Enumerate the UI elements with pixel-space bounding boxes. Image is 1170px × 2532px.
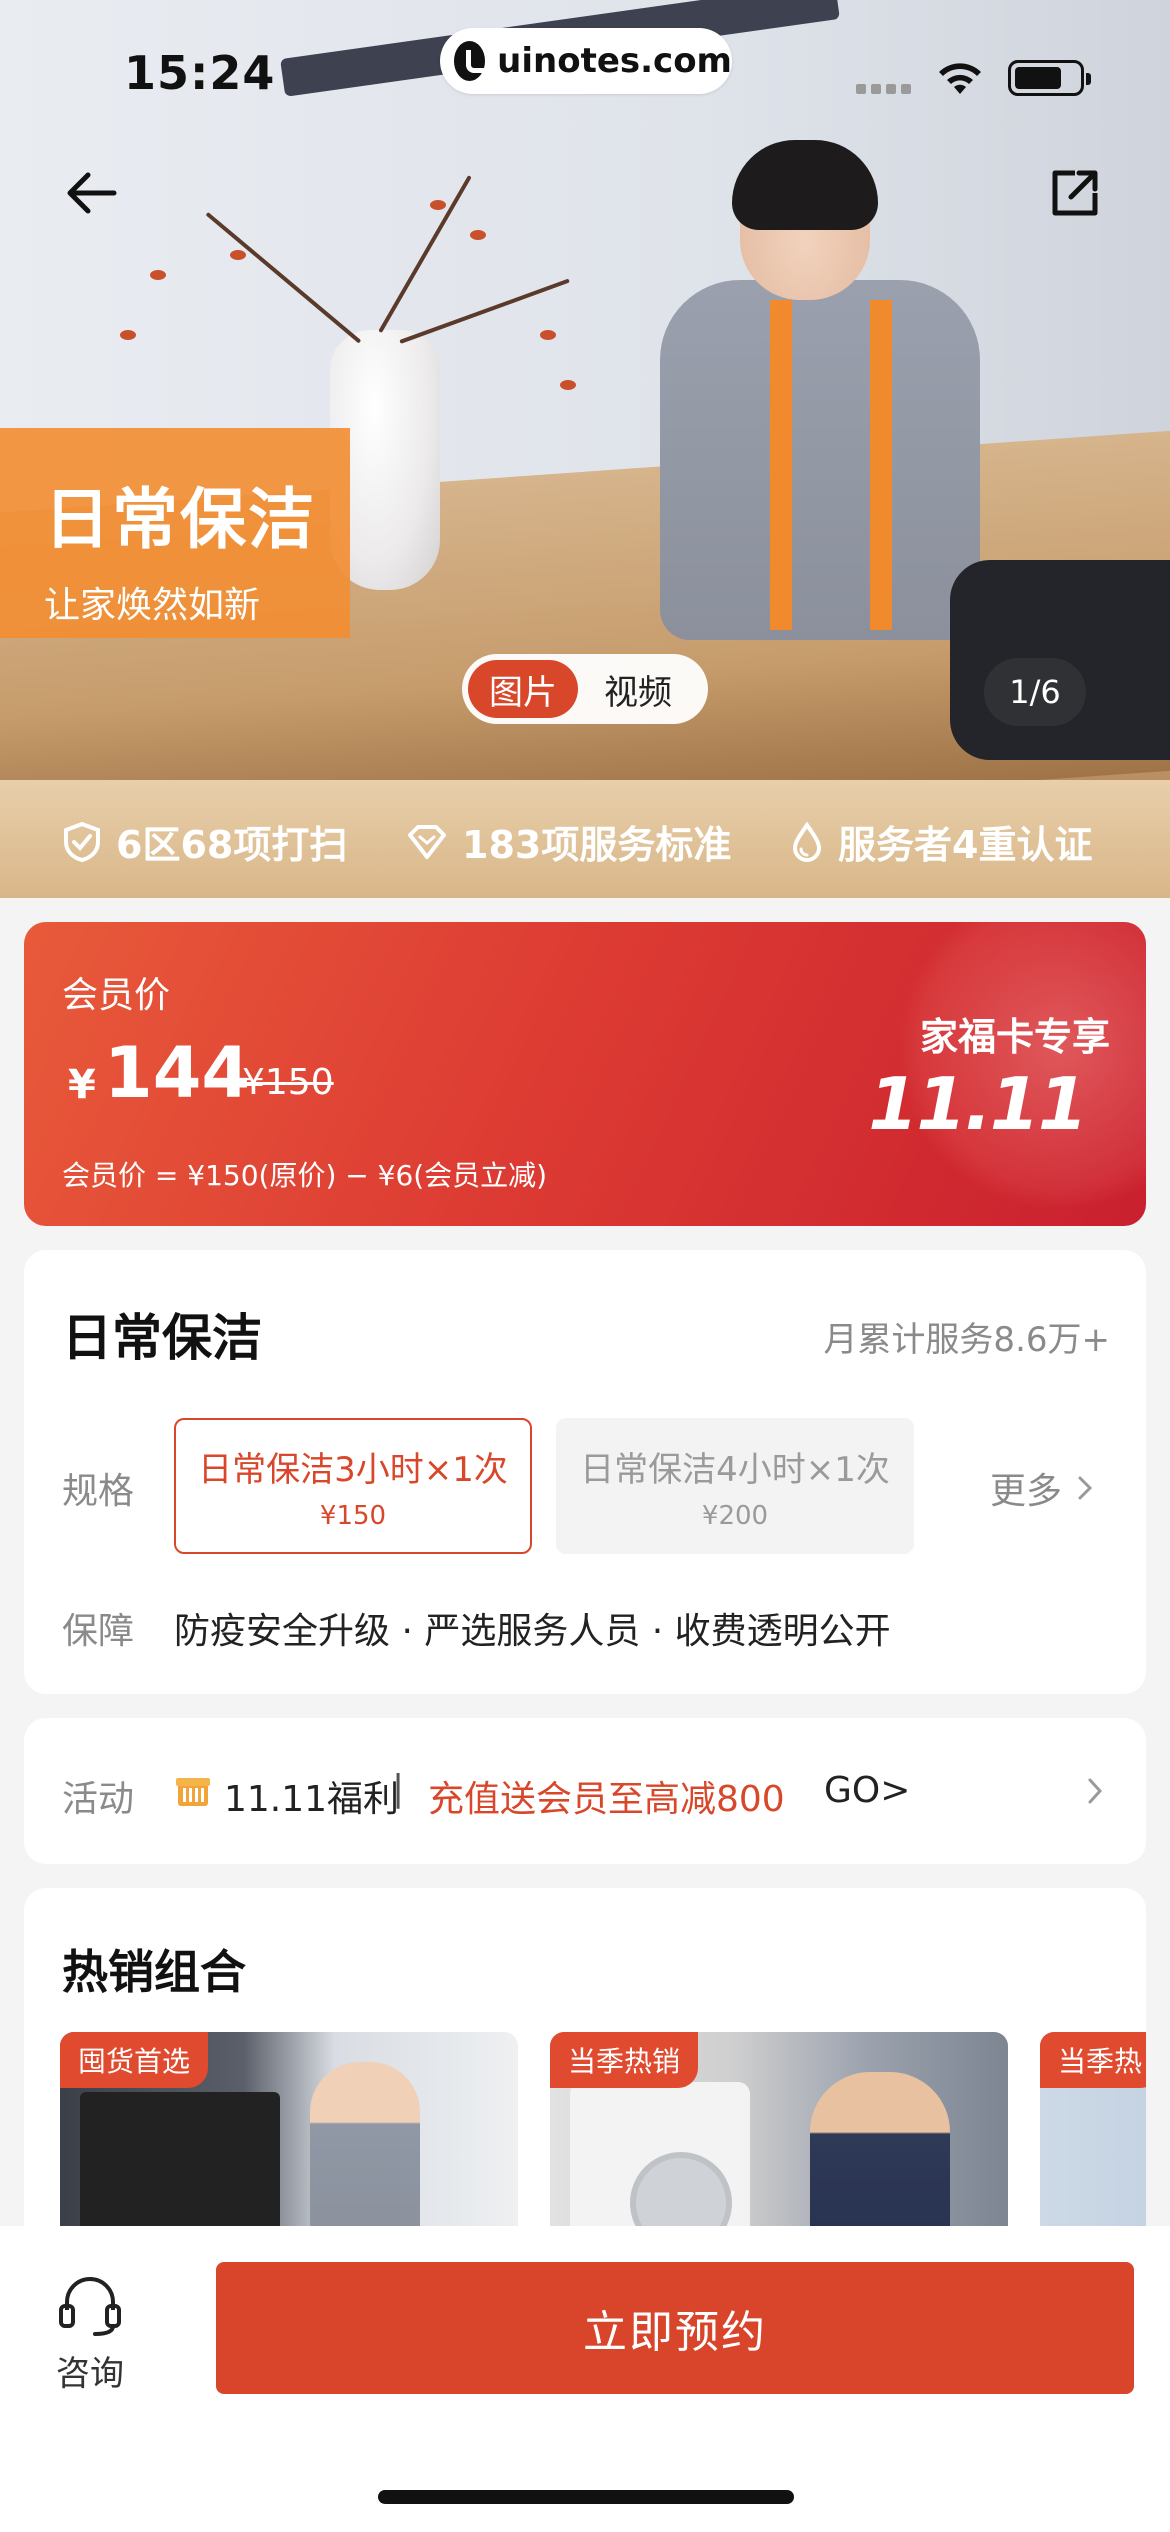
- spec-option-name: 日常保洁4小时×1次: [580, 1449, 890, 1490]
- card-exclusive-label: 家福卡专享: [919, 1015, 1110, 1059]
- promo-title: 日常保洁: [44, 481, 316, 558]
- consult-button[interactable]: 咨询: [48, 2274, 132, 2395]
- gift-icon: [176, 1778, 210, 1806]
- service-card: 日常保洁 月累计服务8.6万+ 规格 日常保洁3小时×1次 ¥150 日常保洁4…: [24, 1250, 1146, 1694]
- bottom-action-bar: 咨询 立即预约: [0, 2226, 1170, 2532]
- combo-tag: 当季热: [1040, 2032, 1146, 2088]
- spec-option-price: ¥150: [319, 1500, 387, 1531]
- hero-leaf: [430, 200, 446, 210]
- member-price-value: 144: [104, 1032, 251, 1114]
- feature-item: 183项服务标准: [406, 814, 731, 869]
- spec-option-name: 日常保洁3小时×1次: [198, 1449, 508, 1490]
- diamond-icon: [408, 824, 446, 859]
- hero-leaf: [230, 250, 246, 260]
- wifi-icon: [939, 63, 981, 94]
- activity-text: 充值送会员至高减800: [428, 1779, 785, 1820]
- status-time: 15:24: [124, 46, 276, 100]
- hero-cleaner: [640, 140, 1000, 670]
- activity-tag: 11.11福利: [224, 1779, 400, 1820]
- feature-item: 6区68项打扫: [62, 814, 347, 869]
- currency-symbol: ¥: [68, 1062, 96, 1108]
- drop-icon: [792, 821, 822, 862]
- feature-strip: 6区68项打扫 183项服务标准 服务者4重认证: [0, 780, 1170, 898]
- hero-leaf: [470, 230, 486, 240]
- cellular-signal-icon: [856, 84, 912, 94]
- home-indicator: [378, 2490, 794, 2504]
- original-price: ¥150: [242, 1062, 334, 1103]
- promo-subtitle: 让家焕然如新: [44, 585, 261, 626]
- media-toggle[interactable]: 图片 视频: [462, 654, 708, 724]
- chevron-right-icon: [1078, 1476, 1093, 1500]
- share-icon: [1052, 170, 1098, 216]
- spec-label: 规格: [62, 1471, 135, 1512]
- back-button[interactable]: [56, 158, 126, 228]
- headset-icon: [59, 2277, 121, 2336]
- section-title: 热销组合: [62, 1945, 246, 1999]
- activity-separator: |: [392, 1768, 405, 1809]
- hero-leaf: [560, 380, 576, 390]
- share-button[interactable]: [1040, 158, 1110, 228]
- tab-image[interactable]: 图片: [468, 660, 578, 718]
- combo-tag: 囤货首选: [60, 2032, 209, 2088]
- site-logo-icon: [454, 41, 493, 81]
- book-now-button[interactable]: 立即预约: [216, 2262, 1134, 2394]
- spec-option-4h[interactable]: 日常保洁4小时×1次 ¥200: [556, 1418, 914, 1554]
- spec-option-price: ¥200: [701, 1500, 769, 1531]
- combo-tag: 当季热销: [550, 2032, 699, 2088]
- service-title: 日常保洁: [62, 1309, 262, 1367]
- spec-option-3h[interactable]: 日常保洁3小时×1次 ¥150: [174, 1418, 532, 1554]
- chevron-right-icon: [1088, 1778, 1103, 1804]
- battery-icon: [1008, 60, 1091, 96]
- tab-video[interactable]: 视频: [578, 660, 698, 718]
- hero-leaf: [540, 330, 556, 340]
- member-price-card[interactable]: 会员价 ¥ 144 ¥150 会员价 = ¥150(原价) − ¥6(会员立减)…: [24, 922, 1146, 1226]
- spec-more-label: 更多: [990, 1471, 1063, 1512]
- price-formula: 会员价 = ¥150(原价) − ¥6(会员立减): [62, 1159, 548, 1192]
- feature-label: 服务者4重认证: [838, 823, 1093, 867]
- event-badge: 11.11: [868, 1062, 1088, 1146]
- guarantee-text: 防疫安全升级 · 严选服务人员 · 收费透明公开: [174, 1611, 891, 1652]
- spec-more-button[interactable]: 更多: [990, 1462, 1100, 1514]
- consult-label: 咨询: [56, 2354, 124, 2394]
- page-indicator: 1/6: [984, 658, 1086, 726]
- status-bar: 15:24 uinotes.com: [0, 0, 1170, 140]
- monthly-service-count: 月累计服务8.6万+: [823, 1320, 1110, 1360]
- member-price-label: 会员价: [62, 975, 171, 1016]
- site-badge: uinotes.com: [440, 28, 732, 94]
- activity-go: GO>: [824, 1770, 911, 1811]
- guarantee-label: 保障: [62, 1611, 135, 1652]
- site-url: uinotes.com: [497, 41, 732, 81]
- feature-item: 服务者4重认证: [790, 814, 1092, 869]
- hero-promo-box: 日常保洁 让家焕然如新: [0, 428, 350, 638]
- shield-check-icon: [64, 821, 100, 862]
- hero-leaf: [150, 270, 166, 280]
- hero-leaf: [120, 330, 136, 340]
- arrow-left-icon: [67, 172, 117, 214]
- activity-row[interactable]: 活动 11.11福利 | 充值送会员至高减800 GO>: [24, 1718, 1146, 1864]
- activity-label: 活动: [62, 1779, 135, 1820]
- feature-label: 6区68项打扫: [116, 823, 348, 867]
- feature-label: 183项服务标准: [462, 823, 732, 867]
